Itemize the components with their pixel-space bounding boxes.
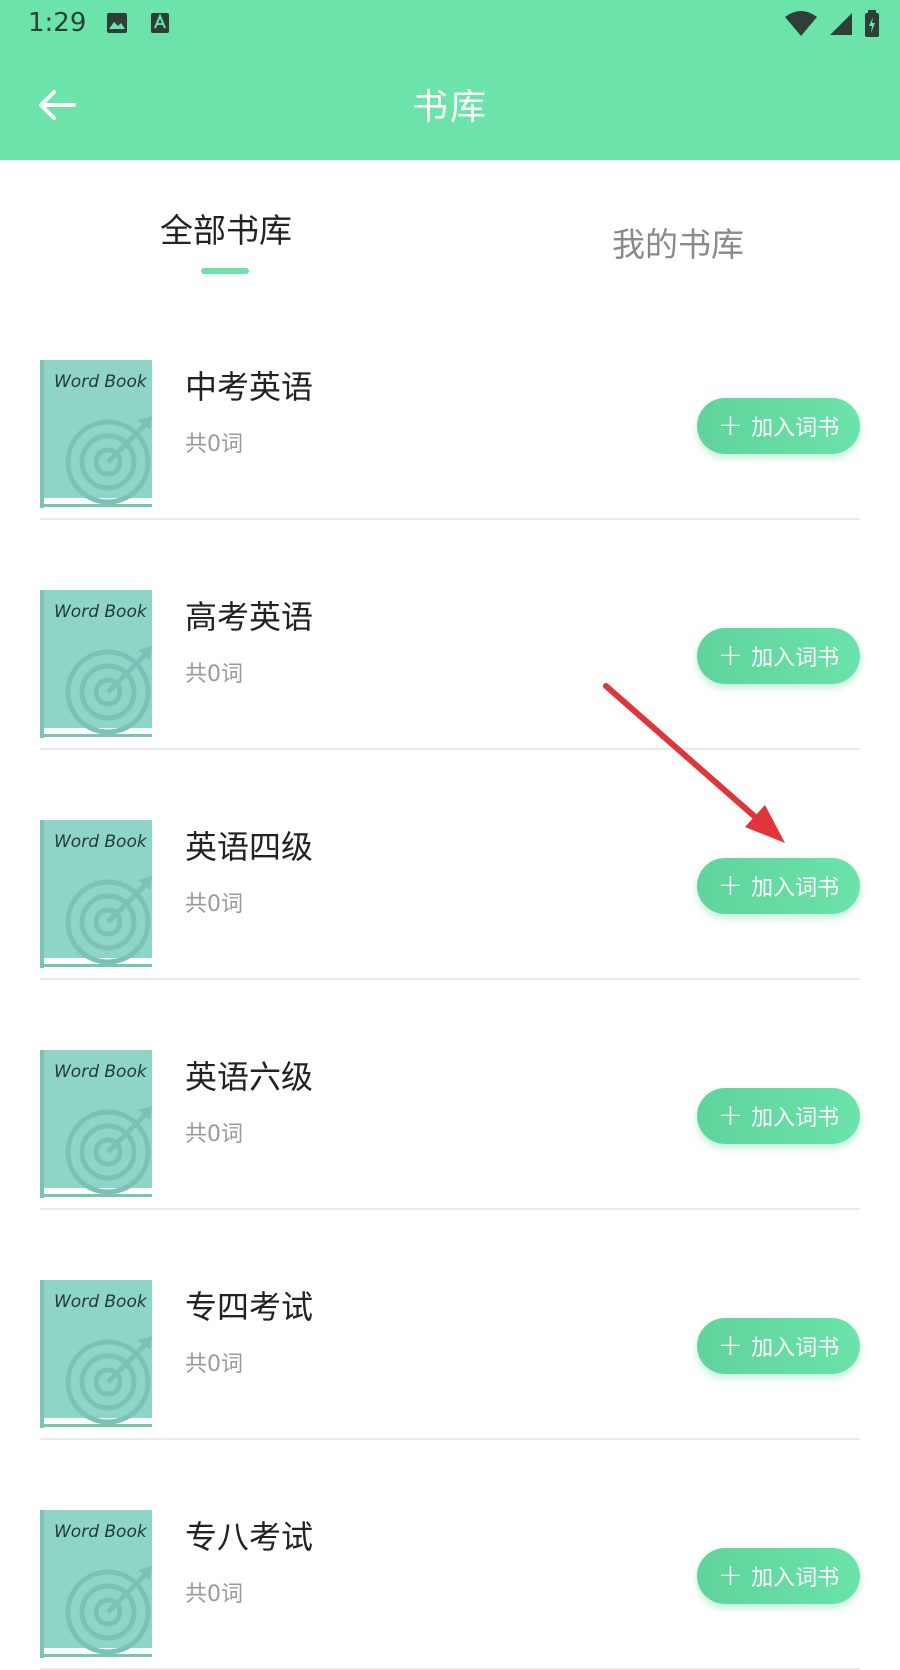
tab-bar: 全部书库 我的书库 <box>0 160 900 280</box>
add-word-book-button[interactable]: + 加入词书 <box>697 628 860 684</box>
word-book-cover-icon: Word Book <box>40 1050 152 1198</box>
word-book-cover-icon: Word Book <box>40 1510 152 1658</box>
a-notification-icon <box>151 13 169 33</box>
word-book-cover-icon: Word Book <box>40 360 152 508</box>
book-row[interactable]: Word Book 专四考试 共0词 + 加入词书 <box>0 1210 900 1440</box>
tab-my-books[interactable]: 我的书库 <box>612 218 744 266</box>
plus-icon: + <box>717 1098 744 1133</box>
word-count: 共0词 <box>185 1582 243 1607</box>
plus-icon: + <box>717 638 744 673</box>
status-right-icons <box>784 10 880 38</box>
book-row[interactable]: Word Book 中考英语 共0词 + 加入词书 <box>0 290 900 520</box>
book-title: 专八考试 <box>185 1518 314 1556</box>
svg-text:Word Book: Word Book <box>54 372 148 392</box>
book-title: 英语四级 <box>185 828 314 866</box>
tab-indicator <box>201 268 249 274</box>
word-count: 共0词 <box>185 432 243 457</box>
add-word-book-button[interactable]: + 加入词书 <box>697 398 860 454</box>
svg-text:Word Book: Word Book <box>54 832 148 852</box>
plus-icon: + <box>717 1328 744 1363</box>
app-bar: 书库 <box>0 48 900 160</box>
battery-icon <box>865 10 879 37</box>
add-button-label: 加入词书 <box>751 876 840 901</box>
word-count: 共0词 <box>185 1122 243 1147</box>
wifi-icon <box>785 11 817 36</box>
page-title: 书库 <box>411 87 488 128</box>
word-count: 共0词 <box>185 1352 243 1377</box>
svg-text:Word Book: Word Book <box>54 602 148 622</box>
plus-icon: + <box>717 408 744 443</box>
word-book-cover-icon: Word Book <box>40 820 152 968</box>
add-button-label: 加入词书 <box>751 646 840 671</box>
word-book-cover-icon: Word Book <box>40 590 152 738</box>
status-bar: 1:29 <box>0 0 900 48</box>
svg-text:Word Book: Word Book <box>54 1292 148 1312</box>
image-notification-icon <box>107 13 127 33</box>
add-button-label: 加入词书 <box>751 1336 840 1361</box>
book-row[interactable]: Word Book 英语六级 共0词 + 加入词书 <box>0 980 900 1210</box>
add-button-label: 加入词书 <box>751 1106 840 1131</box>
book-title: 中考英语 <box>185 368 314 406</box>
add-word-book-button[interactable]: + 加入词书 <box>697 858 860 914</box>
book-list: Word Book 中考英语 共0词 + 加入词书 Word Book 高考英语… <box>0 290 900 1670</box>
book-title: 高考英语 <box>185 598 314 636</box>
book-row[interactable]: Word Book 专八考试 共0词 + 加入词书 <box>0 1440 900 1670</box>
signal-icon <box>830 13 852 35</box>
plus-icon: + <box>717 1558 744 1593</box>
status-time: 1:29 <box>28 8 87 38</box>
word-count: 共0词 <box>185 662 243 687</box>
svg-text:Word Book: Word Book <box>54 1522 148 1542</box>
add-word-book-button[interactable]: + 加入词书 <box>697 1088 860 1144</box>
add-button-label: 加入词书 <box>751 1566 840 1591</box>
add-button-label: 加入词书 <box>751 416 840 441</box>
add-word-book-button[interactable]: + 加入词书 <box>697 1548 860 1604</box>
book-title: 专四考试 <box>185 1288 314 1326</box>
plus-icon: + <box>717 868 744 903</box>
tab-all-books[interactable]: 全部书库 <box>160 204 292 252</box>
svg-text:Word Book: Word Book <box>54 1062 148 1082</box>
word-book-cover-icon: Word Book <box>40 1280 152 1428</box>
book-row[interactable]: Word Book 英语四级 共0词 + 加入词书 <box>0 750 900 980</box>
book-row[interactable]: Word Book 高考英语 共0词 + 加入词书 <box>0 520 900 750</box>
add-word-book-button[interactable]: + 加入词书 <box>697 1318 860 1374</box>
word-count: 共0词 <box>185 892 243 917</box>
book-title: 英语六级 <box>185 1058 314 1096</box>
